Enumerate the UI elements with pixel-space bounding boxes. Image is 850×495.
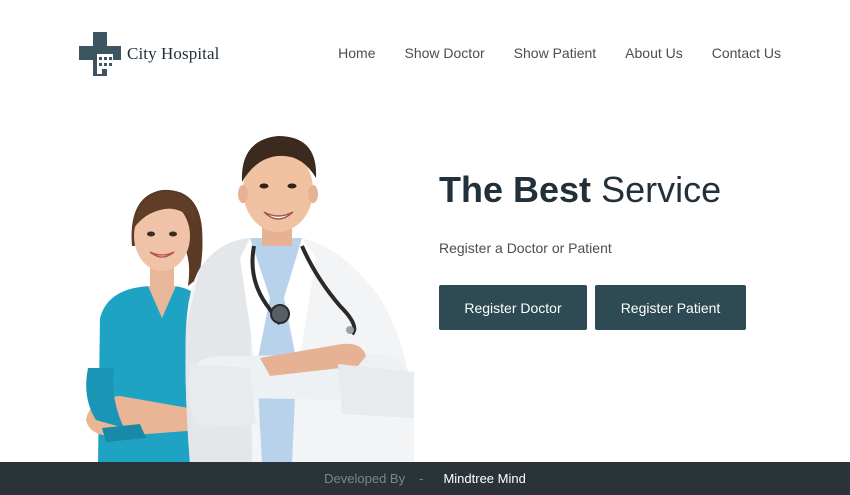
nav-about-us[interactable]: About Us [625, 45, 683, 61]
nav-home[interactable]: Home [338, 45, 375, 61]
footer: Developed By - Mindtree Mind [0, 462, 850, 495]
nav-show-patient[interactable]: Show Patient [514, 45, 597, 61]
hero-title-bold: The Best [439, 169, 592, 210]
register-patient-button[interactable]: Register Patient [595, 285, 746, 330]
hero-title: The Best Service [439, 170, 721, 210]
brand-logo-link[interactable]: City Hospital [79, 32, 219, 76]
brand-name: City Hospital [127, 44, 220, 63]
doctor-and-nurse-image [86, 136, 414, 464]
footer-author: Mindtree Mind [443, 471, 526, 486]
hero-title-rest: Service [601, 169, 722, 210]
footer-separator: - [419, 471, 424, 486]
main-nav: Home Show Doctor Show Patient About Us C… [338, 45, 781, 61]
medical-cross-logo-icon [79, 32, 121, 76]
hero-subtitle: Register a Doctor or Patient [439, 240, 612, 256]
doctor-figure [185, 136, 414, 464]
register-doctor-button[interactable]: Register Doctor [439, 285, 587, 330]
footer-developed-by: Developed By [324, 471, 406, 486]
nav-contact-us[interactable]: Contact Us [712, 45, 781, 61]
nav-show-doctor[interactable]: Show Doctor [405, 45, 485, 61]
